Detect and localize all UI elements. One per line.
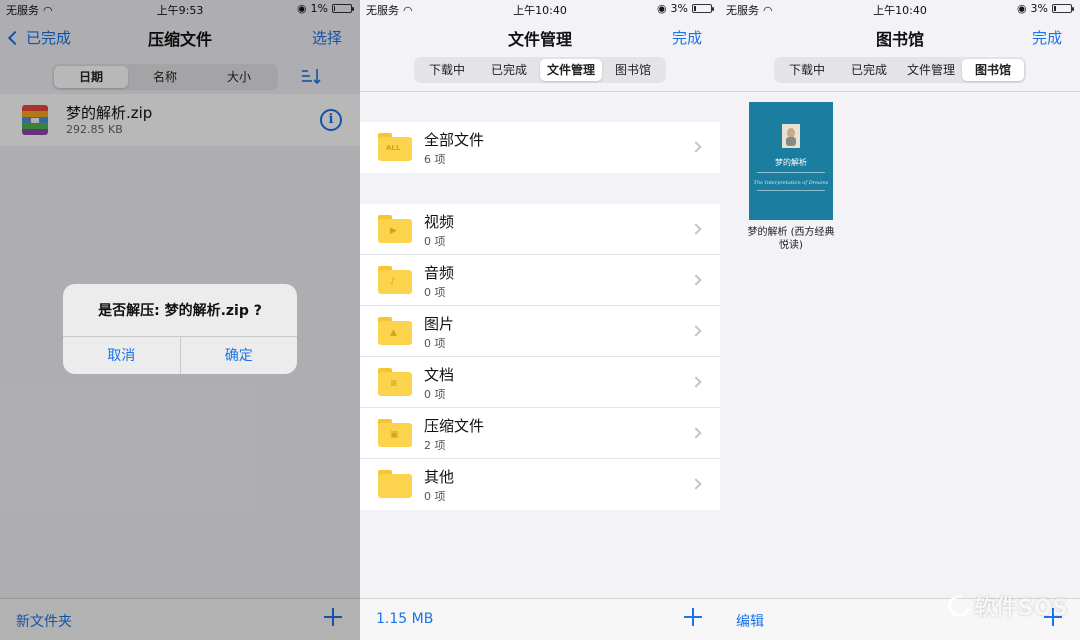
book-caption: 梦的解析 (西方经典悦读) (747, 227, 835, 251)
folder-count: 0 项 (424, 286, 446, 299)
orientation-lock-icon: ◉ (656, 2, 667, 15)
other-folder-icon (378, 470, 412, 498)
battery-percent: 3% (1030, 2, 1048, 15)
list-item[interactable]: ♪ 音频 0 项 (360, 255, 720, 306)
page-title: 文件管理 (507, 30, 572, 49)
folder-name: 全部文件 (424, 131, 485, 149)
author-portrait (782, 124, 800, 148)
chevron-right-icon (690, 274, 702, 286)
segment-completed[interactable]: 已完成 (838, 59, 900, 81)
book-cover-title: 梦的解析 (775, 158, 807, 167)
alert-title: 是否解压: 梦的解析.zip ? (98, 303, 262, 319)
cancel-button[interactable]: 取消 (63, 337, 180, 374)
book-cover[interactable]: 梦的解析 The Interpretation of Dreams (749, 102, 833, 220)
image-folder-icon: ▲ (378, 317, 412, 345)
list-item[interactable]: ▣ 压缩文件 2 项 (360, 408, 720, 459)
segment-file-manager[interactable]: 文件管理 (900, 59, 962, 81)
segment-downloading[interactable]: 下载中 (416, 59, 478, 81)
folder-name: 其他 (424, 468, 455, 486)
battery-icon (692, 4, 714, 13)
watermark: 软件SOS (943, 590, 1068, 622)
battery-icon (1052, 4, 1074, 13)
folder-count: 0 项 (424, 235, 446, 248)
chevron-right-icon (690, 223, 702, 235)
audio-folder-icon: ♪ (378, 266, 412, 294)
segment-completed[interactable]: 已完成 (478, 59, 540, 81)
list-item[interactable]: 其他 0 项 (360, 459, 720, 510)
unzip-alert-dialog: 是否解压: 梦的解析.zip ? 取消 确定 (63, 284, 297, 374)
page-title: 图书馆 (875, 30, 924, 49)
chevron-right-icon (690, 478, 702, 490)
list-item[interactable]: ▲ 图片 0 项 (360, 306, 720, 357)
folder-count: 6 项 (424, 153, 446, 166)
chevron-right-icon (690, 376, 702, 388)
watermark-logo-icon (943, 590, 974, 622)
video-folder-icon: ▶ (378, 215, 412, 243)
category-list: ▶ 视频 0 项 ♪ 音频 0 项 ▲ 图片 0 项 ≡ 文档 0 项 ▣ 压缩… (360, 204, 720, 510)
chevron-right-icon (690, 141, 702, 153)
battery-percent: 3% (670, 2, 688, 15)
chevron-right-icon (690, 427, 702, 439)
nav-bar: 图书馆 完成 (720, 18, 1080, 56)
confirm-button[interactable]: 确定 (179, 337, 298, 374)
folder-count: 0 项 (424, 490, 446, 503)
edit-button[interactable]: 编辑 (736, 611, 764, 631)
folder-icon: ALL (378, 133, 412, 161)
list-item[interactable]: ALL 全部文件 6 项 (360, 122, 720, 173)
folder-count: 0 项 (424, 337, 446, 350)
document-folder-icon: ≡ (378, 368, 412, 396)
folder-name: 音频 (424, 264, 455, 282)
segment-library[interactable]: 图书馆 (962, 59, 1024, 81)
folder-count: 0 项 (424, 388, 446, 401)
done-button[interactable]: 完成 (672, 27, 702, 48)
bottom-toolbar: 1.15 MB (360, 598, 720, 640)
main-segmented-control: 下载中 已完成 文件管理 图书馆 (774, 57, 1026, 83)
main-segmented-control: 下载中 已完成 文件管理 图书馆 (414, 57, 666, 83)
file-manager-screen: 无服务 ◠ 上午10:40 ◉ 3% 文件管理 完成 下载中 已完成 文件管理 图书… (360, 0, 720, 640)
book-cover-subtitle: The Interpretation of Dreams (753, 180, 829, 186)
folder-count: 2 项 (424, 439, 446, 452)
list-item[interactable]: ▶ 视频 0 项 (360, 204, 720, 255)
orientation-lock-icon: ◉ (1016, 2, 1027, 15)
all-files-section: ALL 全部文件 6 项 (360, 122, 720, 173)
segment-file-manager[interactable]: 文件管理 (540, 59, 602, 81)
folder-name: 文档 (424, 366, 455, 384)
library-screen: 无服务 ◠ 上午10:40 ◉ 3% 图书馆 完成 下载中 已完成 文件管理 图书馆… (720, 0, 1080, 640)
done-button[interactable]: 完成 (1032, 27, 1062, 48)
compressed-files-screen: 无服务 ◠ 上午9:53 ◉ 1% 已完成 压缩文件 选择 日期 名称 大小 梦的解… (0, 0, 360, 640)
status-bar: 无服务 ◠ 上午10:40 ◉ 3% (360, 0, 720, 18)
segment-downloading[interactable]: 下载中 (776, 59, 838, 81)
segment-library[interactable]: 图书馆 (602, 59, 664, 81)
status-bar: 无服务 ◠ 上午10:40 ◉ 3% (720, 0, 1080, 18)
folder-name: 视频 (424, 213, 455, 231)
archive-folder-icon: ▣ (378, 419, 412, 447)
plus-icon[interactable] (684, 608, 702, 626)
chevron-right-icon (690, 325, 702, 337)
nav-bar: 文件管理 完成 (360, 18, 720, 56)
watermark-text: 软件SOS (973, 596, 1068, 621)
folder-name: 图片 (424, 315, 455, 333)
folder-name: 压缩文件 (424, 417, 485, 435)
storage-used-label: 1.15 MB (376, 611, 434, 627)
list-item[interactable]: ≡ 文档 0 项 (360, 357, 720, 408)
